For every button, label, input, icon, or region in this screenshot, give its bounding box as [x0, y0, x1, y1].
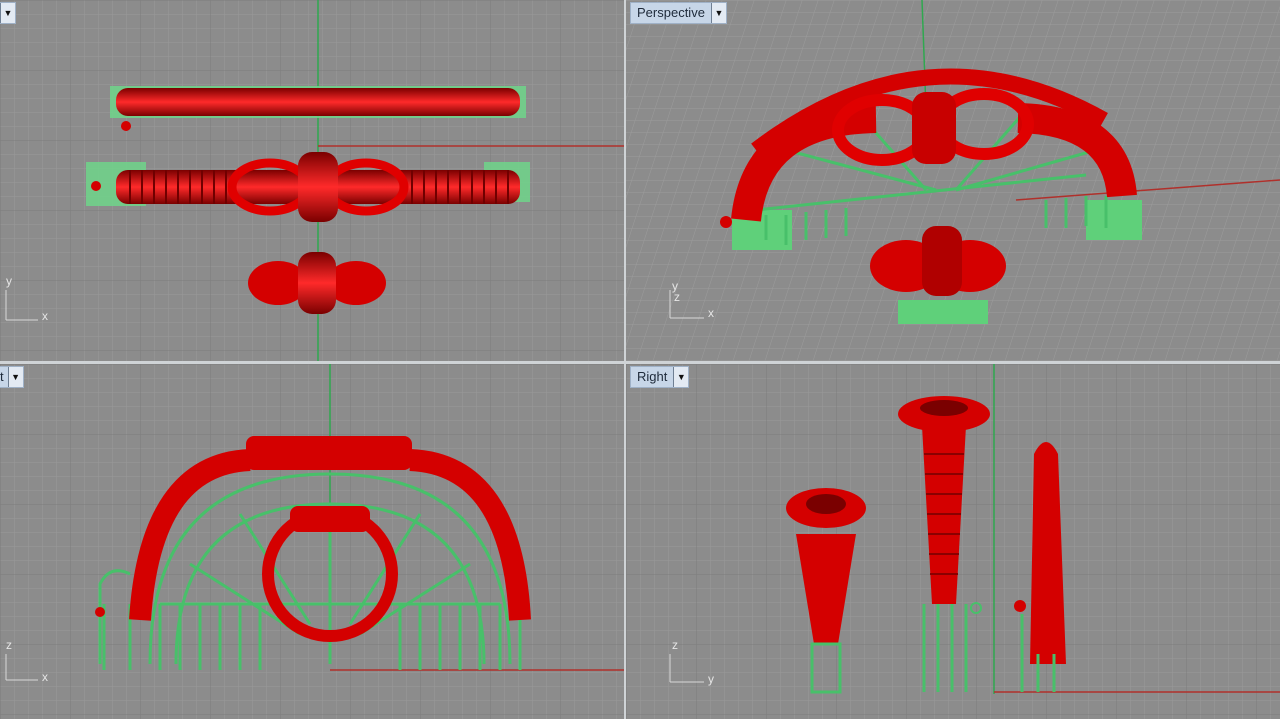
- viewport-tab-front[interactable]: t ▼: [0, 366, 24, 388]
- viewport-scene-top: [0, 0, 624, 361]
- bow-top-front: [246, 436, 412, 470]
- axis-label-y: y: [708, 672, 714, 686]
- chevron-down-icon[interactable]: ▼: [710, 3, 726, 23]
- axis-label-x: x: [42, 309, 48, 323]
- chevron-down-icon[interactable]: ▼: [673, 367, 689, 387]
- viewport-perspective[interactable]: Perspective ▼ y z x: [626, 0, 1280, 361]
- viewport-tab-right[interactable]: Right ▼: [630, 366, 690, 388]
- viewport-title: Right: [637, 369, 668, 384]
- axis-label-y: y: [6, 274, 12, 288]
- viewport-tab-perspective[interactable]: Perspective ▼: [630, 2, 727, 24]
- rhino-four-viewport-layout: ▼ y x Perspective ▼ y z x t ▼ z x Right …: [0, 0, 1280, 719]
- viewport-front[interactable]: t ▼ z x: [0, 364, 624, 719]
- axis-label-z: z: [6, 638, 12, 652]
- viewport-top[interactable]: ▼ y x: [0, 0, 624, 361]
- viewport-right[interactable]: Right ▼ z y: [626, 364, 1280, 719]
- viewport-scene-front: [0, 364, 624, 719]
- axis-label-x: x: [42, 670, 48, 684]
- viewport-scene-perspective: [626, 0, 1280, 361]
- axis-label-z: z: [672, 638, 678, 652]
- chevron-down-icon[interactable]: ▼: [7, 367, 23, 387]
- viewport-scene-right: [626, 364, 1280, 719]
- chevron-down-icon[interactable]: ▼: [0, 3, 15, 23]
- axis-label-z: z: [674, 290, 680, 304]
- ring-knob: [121, 121, 131, 131]
- viewport-title: Perspective: [637, 5, 705, 20]
- viewport-title: t: [0, 369, 4, 384]
- ring-band-top: [116, 88, 520, 116]
- viewport-tab-top[interactable]: ▼: [0, 2, 16, 24]
- axis-label-x: x: [708, 306, 714, 320]
